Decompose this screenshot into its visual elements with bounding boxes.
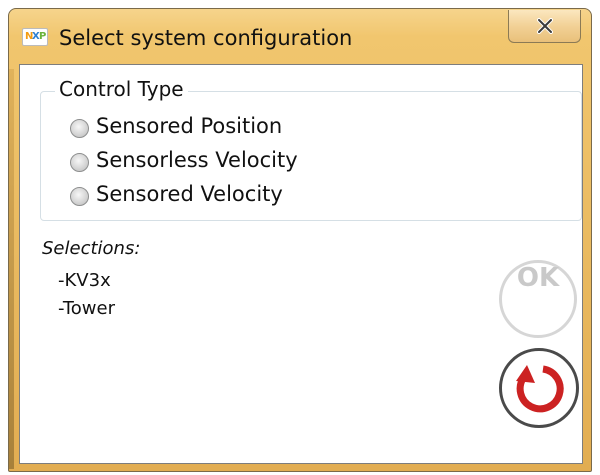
reset-button[interactable] xyxy=(499,348,579,428)
nxp-logo-icon: NXP xyxy=(22,28,48,46)
radio-label: Sensorless Velocity xyxy=(96,148,298,172)
ok-button[interactable]: OK xyxy=(499,260,577,338)
dialog-content: Control Type Sensored Position Sensorles… xyxy=(19,64,583,464)
window-frame-edge xyxy=(9,69,14,469)
dialog-window: NXP Select system configuration Control … xyxy=(8,8,592,472)
close-icon xyxy=(537,18,553,34)
radio-button[interactable] xyxy=(70,119,89,138)
title-bar[interactable]: NXP Select system configuration xyxy=(9,9,591,63)
radio-button[interactable] xyxy=(70,153,89,172)
selections-label: Selections: xyxy=(42,238,141,259)
radio-button[interactable] xyxy=(70,187,89,206)
radio-label: Sensored Position xyxy=(96,114,283,138)
reset-icon xyxy=(516,365,564,413)
radio-label: Sensored Velocity xyxy=(96,182,283,206)
close-button[interactable] xyxy=(508,10,581,43)
selection-item: -Tower xyxy=(58,298,115,319)
window-title: Select system configuration xyxy=(59,26,353,50)
selection-item: -KV3x xyxy=(58,270,111,291)
control-type-legend: Control Type xyxy=(55,77,188,101)
